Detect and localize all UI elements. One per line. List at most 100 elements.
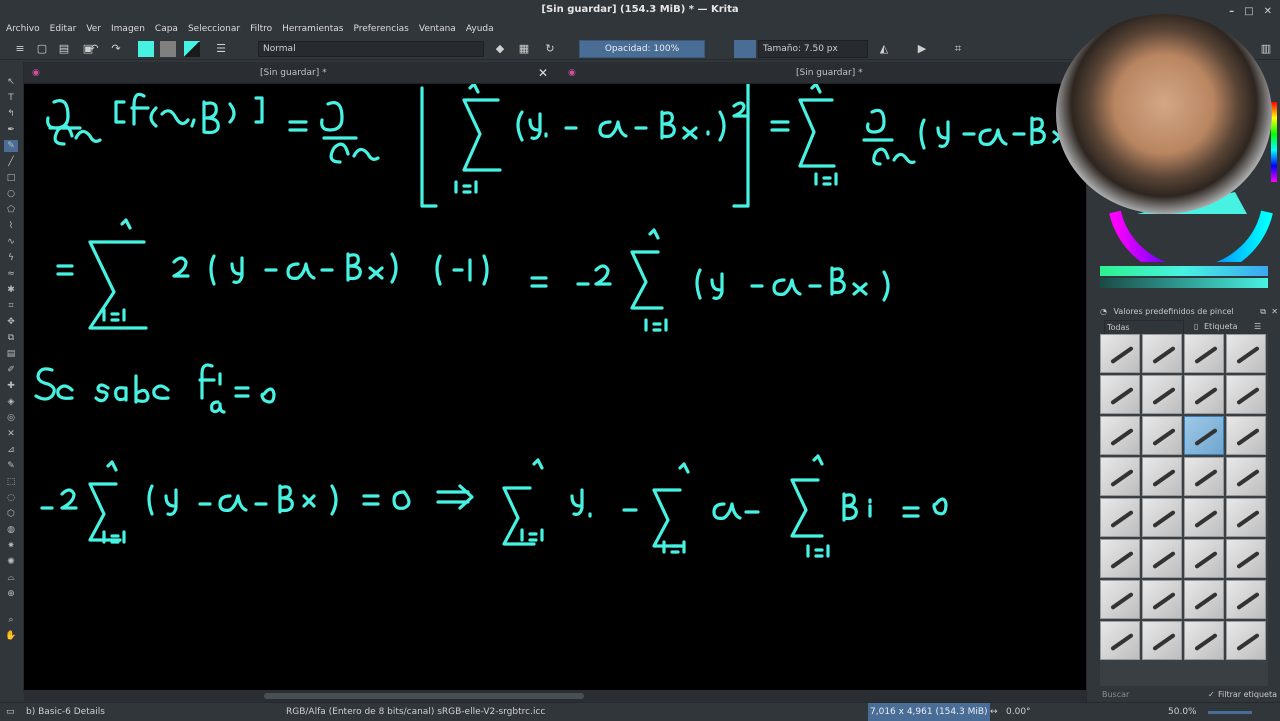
brush-preset[interactable] [1142, 334, 1182, 373]
brush-preset[interactable] [1142, 539, 1182, 578]
brush-preset[interactable] [1226, 580, 1266, 619]
brush-preset[interactable] [1226, 621, 1266, 660]
scrollbar-thumb[interactable] [264, 693, 584, 699]
brush-preset[interactable] [1142, 457, 1182, 496]
filter-tag-checkbox[interactable]: ✓ [1208, 688, 1215, 702]
brush-preset[interactable] [1142, 621, 1182, 660]
brush-preset[interactable] [1142, 580, 1182, 619]
zoom-tool-icon[interactable]: ⌕ [4, 614, 18, 626]
smart-patch-icon[interactable]: ✚ [4, 380, 18, 392]
maximize-button[interactable]: □ [1244, 2, 1253, 22]
menu-editar[interactable]: Editar [50, 20, 77, 38]
brush-preset-selected[interactable] [1184, 416, 1224, 455]
horizontal-scrollbar[interactable] [24, 690, 1086, 702]
saturation-slider[interactable] [1100, 278, 1268, 288]
enclose-fill-icon[interactable]: ◎ [4, 412, 18, 424]
brush-preset[interactable] [1184, 457, 1224, 496]
edit-shapes-icon[interactable]: ↰ [4, 108, 18, 120]
zoom-status[interactable]: 50.0% [1168, 703, 1197, 721]
float-docker-icon[interactable]: ⧉ [1260, 304, 1266, 320]
foreground-color-swatch[interactable] [138, 41, 154, 57]
menu-ventana[interactable]: Ventana [419, 20, 456, 38]
image-size-status[interactable]: 7,016 x 4,961 (154.3 MiB) [868, 703, 990, 721]
tab-document-1[interactable]: [Sin guardar] * [260, 62, 327, 84]
line-tool-icon[interactable]: ╱ [4, 156, 18, 168]
opacity-slider[interactable]: Opacidad: 100% [579, 40, 705, 58]
color-picker-icon[interactable]: ✐ [4, 364, 18, 376]
brush-preset[interactable] [1184, 498, 1224, 537]
eraser-icon[interactable]: ◆ [492, 41, 508, 57]
brush-preset[interactable] [1226, 416, 1266, 455]
multibrush-icon[interactable]: ✱ [4, 284, 18, 296]
freehand-path-icon[interactable]: ϟ [4, 252, 18, 264]
bezier-tool-icon[interactable]: ∿ [4, 236, 18, 248]
ellipse-select-icon[interactable]: ◌ [4, 492, 18, 504]
redo-icon[interactable]: ↷ [108, 41, 124, 57]
open-folder-icon[interactable]: ▤ [56, 41, 72, 57]
contiguous-select-icon[interactable]: ✷ [4, 540, 18, 552]
menu-imagen[interactable]: Imagen [111, 20, 145, 38]
brush-preset[interactable] [1142, 416, 1182, 455]
menu-archivo[interactable]: Archivo [6, 20, 40, 38]
undo-icon[interactable]: ↶ [86, 41, 102, 57]
freehand-brush-icon[interactable]: ✎ [4, 140, 18, 152]
polygon-select-icon[interactable]: ⬡ [4, 508, 18, 520]
minimize-button[interactable]: – [1229, 2, 1234, 22]
close-tab-icon[interactable]: ✕ [538, 62, 548, 84]
menu-herramientas[interactable]: Herramientas [282, 20, 343, 38]
measure-tool-icon[interactable]: ⊿ [4, 444, 18, 456]
magnetic-select-icon[interactable]: ⊕ [4, 588, 18, 600]
alpha-lock-icon[interactable]: ▦ [516, 41, 532, 57]
close-docker-icon[interactable]: ✕ [1271, 304, 1278, 320]
crop-tool-icon[interactable]: ⌗ [4, 300, 18, 312]
polygon-tool-icon[interactable]: ⬠ [4, 204, 18, 216]
assistant-tool-icon[interactable]: ✕ [4, 428, 18, 440]
text-tool-icon[interactable]: T [4, 92, 18, 104]
new-document-icon[interactable]: ▢ [34, 41, 50, 57]
brush-preset[interactable] [1100, 375, 1140, 414]
mirror-vertical-icon[interactable]: ▶ [914, 41, 930, 57]
reference-tool-icon[interactable]: ✎ [4, 460, 18, 472]
hamburger-icon[interactable]: ≡ [12, 41, 28, 57]
brush-preset[interactable] [1226, 334, 1266, 373]
brush-preset[interactable] [1142, 375, 1182, 414]
gradient-swatch[interactable] [184, 41, 200, 57]
menu-ayuda[interactable]: Ayuda [466, 20, 494, 38]
ellipse-tool-icon[interactable]: ○ [4, 188, 18, 200]
tag-label[interactable]: Etiqueta [1204, 320, 1238, 334]
brush-preset[interactable] [1226, 539, 1266, 578]
rect-select-icon[interactable]: ⬚ [4, 476, 18, 488]
crop-icon[interactable]: ⌗ [950, 41, 966, 57]
menu-seleccionar[interactable]: Seleccionar [188, 20, 240, 38]
size-slider[interactable]: Tamaño: 7.50 px [758, 40, 868, 58]
reload-preset-icon[interactable]: ↻ [542, 41, 558, 57]
brush-preset[interactable] [1100, 621, 1140, 660]
brush-preset[interactable] [1226, 498, 1266, 537]
move-tool-icon[interactable]: ✥ [4, 316, 18, 328]
color-space-status[interactable]: RGB/Alfa (Entero de 8 bits/canal) sRGB-e… [286, 703, 545, 721]
gradient-tool-icon[interactable]: ▤ [4, 348, 18, 360]
mirror-horizontal-icon[interactable]: ◭ [876, 41, 892, 57]
blend-mode-select[interactable]: Normal [258, 41, 484, 57]
similar-select-icon[interactable]: ✺ [4, 556, 18, 568]
brush-preset[interactable] [1184, 334, 1224, 373]
fill-tool-icon[interactable]: ◈ [4, 396, 18, 408]
calligraphy-icon[interactable]: ✒ [4, 124, 18, 136]
transform-tool-icon[interactable]: ⧉ [4, 332, 18, 344]
pan-tool-icon[interactable]: ✋ [4, 630, 18, 642]
polyline-tool-icon[interactable]: ⌇ [4, 220, 18, 232]
brush-preset[interactable] [1184, 580, 1224, 619]
menu-ver[interactable]: Ver [86, 20, 101, 38]
panel-layout-icon[interactable]: ▥ [1258, 41, 1274, 57]
brush-preset[interactable] [1184, 375, 1224, 414]
dynamic-brush-icon[interactable]: ≈ [4, 268, 18, 280]
menu-preferencias[interactable]: Preferencias [353, 20, 408, 38]
select-shapes-icon[interactable]: ↖ [4, 76, 18, 88]
brush-preset[interactable] [1184, 539, 1224, 578]
brush-settings-icon[interactable]: ☰ [213, 41, 229, 57]
zoom-slider[interactable] [1208, 711, 1252, 714]
lock-icon[interactable]: ◔ [1100, 307, 1107, 316]
brush-preset[interactable] [1184, 621, 1224, 660]
drawing-canvas[interactable] [24, 84, 1086, 690]
close-window-button[interactable]: ✕ [1264, 2, 1272, 22]
